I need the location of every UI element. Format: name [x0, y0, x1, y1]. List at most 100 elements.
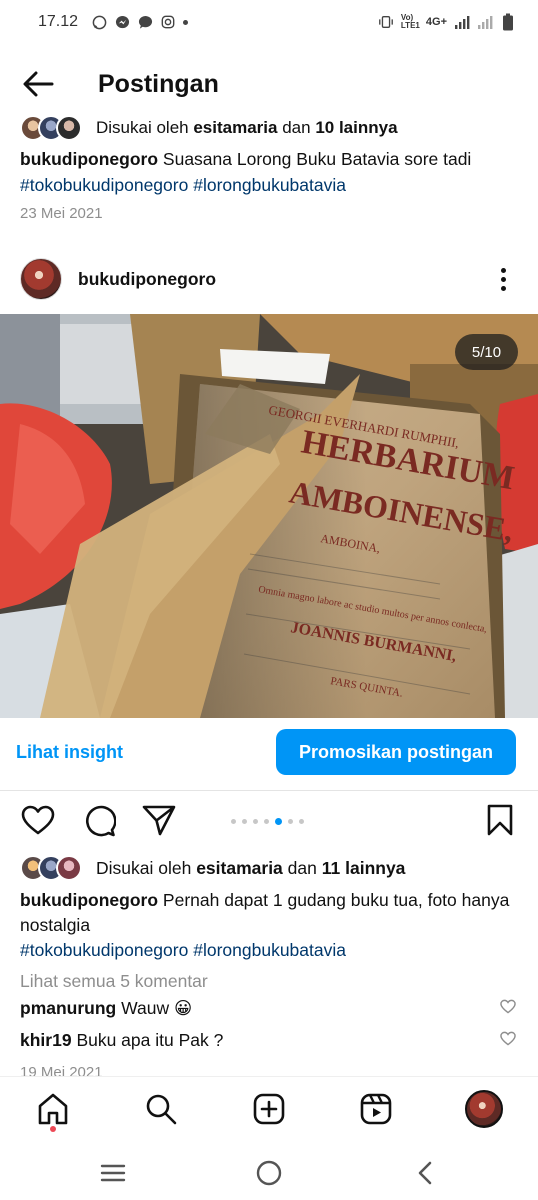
back-chevron-icon [418, 1161, 432, 1185]
caption-text: Suasana Lorong Buku Batavia sore tadi [162, 149, 472, 169]
carousel-dot [288, 819, 293, 824]
recents-button[interactable] [98, 1158, 128, 1188]
avatar [56, 855, 82, 881]
comment-username[interactable]: khir19 [20, 1030, 72, 1051]
comment-row: pmanurung Wauw 😀 [20, 994, 520, 1022]
share-button[interactable] [141, 802, 177, 838]
create-icon [253, 1093, 285, 1125]
likes-prefix: Disukai oleh [96, 118, 189, 137]
carousel-dot [231, 819, 236, 824]
hashtag-link[interactable]: #tokobukudiponegoro [20, 940, 188, 960]
system-nav-bar [0, 1146, 538, 1200]
vibrate-icon [378, 14, 394, 30]
comment-text: Wauw 😀 [121, 997, 193, 1018]
carousel-dot-active [275, 818, 282, 825]
promote-post-button[interactable]: Promosikan postingan [276, 729, 516, 775]
network-type: 4G+ [425, 16, 447, 28]
caption-username[interactable]: bukudiponegoro [20, 149, 158, 169]
prev-post-date: 23 Mei 2021 [20, 205, 103, 222]
caption-username[interactable]: bukudiponegoro [20, 890, 158, 910]
nav-reels[interactable] [356, 1089, 396, 1129]
signal-icon [454, 14, 470, 30]
app-header: Postingan [0, 56, 538, 112]
likes-prefix: Disukai oleh [96, 857, 192, 878]
chat-icon [137, 14, 153, 30]
liker-avatars [20, 855, 82, 881]
home-icon [38, 1093, 68, 1125]
post-actions [0, 796, 538, 844]
status-time: 17.12 [38, 13, 79, 30]
profile-avatar [465, 1090, 503, 1128]
whatsapp-icon [91, 14, 107, 30]
hashtag-link[interactable]: #lorongbukubatavia [193, 940, 346, 960]
divider [0, 790, 538, 791]
more-notifications-dot [183, 19, 189, 25]
view-all-comments-link[interactable]: Lihat semua 5 komentar [20, 971, 208, 992]
comment-row: khir19 Buku apa itu Pak ? [20, 1026, 520, 1054]
page-title: Postingan [98, 69, 219, 98]
heart-icon [21, 805, 55, 835]
bookmark-icon [487, 804, 513, 836]
avatar [56, 115, 82, 141]
post-likes[interactable]: Disukai oleh esitamaria dan 11 lainnya [20, 854, 405, 882]
comment-like-button[interactable] [500, 1030, 516, 1051]
share-icon [142, 805, 176, 836]
comment-like-button[interactable] [500, 998, 516, 1019]
insight-row: Lihat insight Promosikan postingan [0, 728, 538, 776]
status-bar: 17.12 Vo) LTE1 4G+ [0, 0, 538, 44]
nav-home[interactable] [33, 1089, 73, 1129]
heart-icon [500, 999, 516, 1014]
likes-user[interactable]: esitamaria [193, 118, 277, 138]
likes-others[interactable]: 11 lainnya [322, 858, 406, 879]
carousel-dot [299, 819, 304, 824]
heart-icon [500, 1031, 516, 1046]
likes-user[interactable]: esitamaria [196, 858, 283, 879]
comment-username[interactable]: pmanurung [20, 998, 116, 1019]
carousel-dot [264, 819, 269, 824]
instagram-icon [160, 14, 176, 30]
comment-icon [86, 805, 116, 837]
prev-post-caption: bukudiponegoro Suasana Lorong Buku Batav… [20, 146, 520, 198]
post-date: 19 Mei 2021 [20, 1064, 103, 1076]
reels-icon [360, 1093, 392, 1125]
home-circle-icon [256, 1160, 282, 1186]
post-header: bukudiponegoro [0, 254, 538, 304]
search-icon [146, 1094, 177, 1125]
notification-dot [50, 1126, 56, 1132]
messenger-icon [114, 14, 130, 30]
nav-profile[interactable] [464, 1089, 504, 1129]
liker-avatars [20, 115, 82, 141]
image-counter-badge: 5/10 [455, 334, 518, 370]
hashtag-link[interactable]: #lorongbukubatavia [193, 175, 346, 195]
save-button[interactable] [482, 802, 518, 838]
prev-post-likes[interactable]: Disukai oleh esitamaria dan 10 lainnya [20, 114, 398, 142]
comment-button[interactable] [81, 802, 117, 838]
carousel-indicator [231, 818, 304, 825]
battery-icon [500, 13, 516, 31]
bottom-nav [0, 1076, 538, 1144]
hashtag-link[interactable]: #tokobukudiponegoro [20, 175, 188, 195]
nav-search[interactable] [141, 1089, 181, 1129]
likes-conj: dan [282, 118, 311, 137]
system-back-button[interactable] [410, 1158, 440, 1188]
like-button[interactable] [20, 802, 56, 838]
carousel-dot [253, 819, 258, 824]
system-home-button[interactable] [254, 1158, 284, 1188]
signal-icon-2 [477, 14, 493, 30]
avatar[interactable] [20, 258, 62, 300]
post-caption: bukudiponegoro Pernah dapat 1 gudang buk… [20, 888, 520, 963]
view-insights-link[interactable]: Lihat insight [16, 742, 123, 763]
post-photo: GEORGII EVERHARDI RUMPHII, HERBARIUM AMB… [0, 314, 538, 718]
carousel-dot [242, 819, 247, 824]
network-label: Vo) LTE1 [400, 13, 420, 30]
nav-create[interactable] [249, 1089, 289, 1129]
more-options-button[interactable] [488, 259, 518, 299]
post-image[interactable]: GEORGII EVERHARDI RUMPHII, HERBARIUM AMB… [0, 314, 538, 718]
likes-others[interactable]: 10 lainnya [315, 118, 397, 138]
likes-conj: dan [287, 857, 317, 878]
recents-icon [100, 1164, 126, 1182]
post-username[interactable]: bukudiponegoro [78, 269, 216, 290]
back-arrow-icon [23, 71, 54, 97]
back-button[interactable] [0, 56, 76, 112]
comment-text: Buku apa itu Pak ? [76, 1029, 224, 1050]
